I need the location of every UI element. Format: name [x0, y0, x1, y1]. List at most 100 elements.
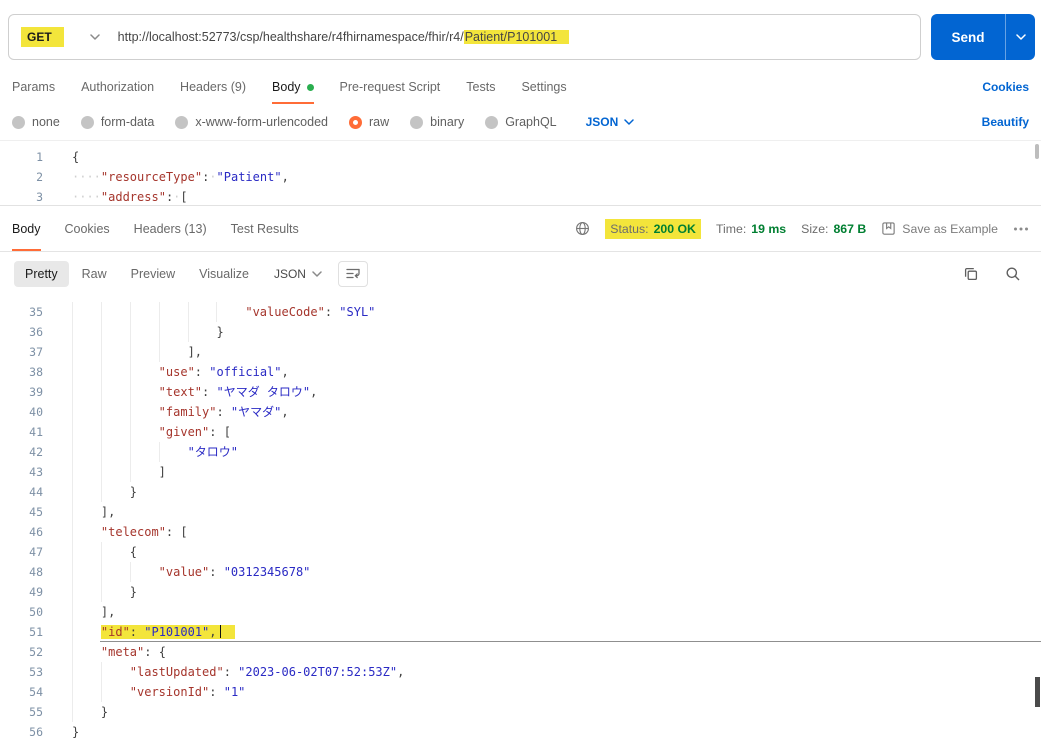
- line-number: 55: [29, 705, 43, 719]
- size-label: Size:: [801, 221, 829, 236]
- indent-guide: [100, 322, 130, 342]
- response-tab-cookies[interactable]: Cookies: [65, 206, 110, 251]
- indent-guide: [187, 302, 217, 322]
- method-label: GET: [21, 27, 64, 47]
- view-tab-pretty[interactable]: Pretty: [14, 261, 69, 287]
- indent-guide: [72, 522, 101, 542]
- send-button[interactable]: Send: [931, 14, 1035, 60]
- body-present-dot: [306, 83, 314, 91]
- text-cursor: [219, 625, 222, 638]
- body-mode-binary[interactable]: binary: [410, 115, 464, 129]
- body-mode-graphql[interactable]: GraphQL: [485, 115, 557, 129]
- line-number: 38: [29, 365, 43, 379]
- token: :: [194, 365, 210, 379]
- token: ·: [209, 170, 217, 184]
- line-number: 48: [29, 565, 43, 579]
- token: "SYL": [339, 305, 376, 319]
- indent-guide: [72, 442, 101, 462]
- body-mode-none[interactable]: none: [12, 115, 60, 129]
- indent-guide: [100, 302, 130, 322]
- tab-headers[interactable]: Headers (9): [180, 70, 246, 104]
- more-options-button[interactable]: [1013, 225, 1029, 233]
- line-number: 47: [29, 545, 43, 559]
- token: "telecom": [100, 525, 166, 539]
- token: "0312345678": [223, 565, 311, 579]
- indent-guide: [100, 542, 130, 562]
- request-body-editor[interactable]: 1{2 ····"resourceType":·"Patient", 3 ····"a…: [0, 140, 1041, 206]
- response-format-select[interactable]: JSON: [274, 267, 322, 281]
- code-line-44: 44}: [0, 482, 1041, 502]
- cookies-link[interactable]: Cookies: [982, 80, 1029, 94]
- beautify-link[interactable]: Beautify: [982, 115, 1029, 129]
- code-text: ····"resourceType":·"Patient",: [43, 167, 1041, 187]
- copy-response-button[interactable]: [963, 266, 979, 282]
- request-tabs: Params Authorization Headers (9) Body Pr…: [0, 70, 1041, 104]
- view-tab-preview[interactable]: Preview: [120, 261, 186, 287]
- send-options-button[interactable]: [1005, 14, 1035, 60]
- token: :: [223, 665, 239, 679]
- code-line-41: 41 "given": [: [0, 422, 1041, 442]
- line-number: 49: [29, 585, 43, 599]
- status-badge: Status: 200 OK: [605, 218, 701, 239]
- method-selector[interactable]: GET: [9, 27, 118, 47]
- chevron-down-icon: [312, 271, 322, 277]
- code-line-39: 39 "text": "ヤマダ タロウ",: [0, 382, 1041, 402]
- response-tab-body[interactable]: Body: [12, 206, 41, 251]
- tab-label: Headers (9): [180, 80, 247, 94]
- tab-tests[interactable]: Tests: [466, 70, 495, 104]
- view-tab-raw[interactable]: Raw: [71, 261, 118, 287]
- response-tab-headers[interactable]: Headers (13): [134, 206, 207, 251]
- body-mode-row: none form-data x-www-form-urlencoded raw…: [0, 104, 1041, 140]
- indent-guide: [72, 302, 101, 322]
- token: ],: [100, 505, 116, 519]
- token: ],: [187, 345, 203, 359]
- tab-params[interactable]: Params: [12, 70, 55, 104]
- search-response-button[interactable]: [1005, 266, 1021, 282]
- mode-label: GraphQL: [505, 115, 557, 129]
- code-text: "lastUpdated": "2023-06-02T07:52:53Z",: [43, 662, 1041, 682]
- indent-guide: [72, 682, 101, 702]
- raw-language-select[interactable]: JSON: [586, 115, 635, 129]
- highlighted-code: "id": "P101001",: [100, 625, 236, 639]
- tab-body[interactable]: Body: [272, 70, 314, 104]
- url-input[interactable]: http://localhost:52773/csp/healthshare/r…: [118, 30, 570, 44]
- token: ,: [281, 170, 289, 184]
- indent-guide: [216, 302, 245, 322]
- save-as-example-button[interactable]: Save as Example: [881, 221, 998, 236]
- token: "value": [158, 565, 210, 579]
- code-text: {: [43, 542, 1041, 562]
- tab-label: Pre-request Script: [339, 80, 441, 94]
- token: :: [209, 685, 224, 699]
- token: ,: [281, 405, 289, 419]
- indent-guide: [72, 422, 101, 442]
- raw-language-label: JSON: [585, 115, 619, 129]
- tab-pre-request-script[interactable]: Pre-request Script: [340, 70, 441, 104]
- view-tab-visualize[interactable]: Visualize: [188, 261, 260, 287]
- token: ,: [310, 385, 318, 399]
- token: "P101001": [144, 625, 210, 639]
- body-mode-raw[interactable]: raw: [349, 115, 389, 129]
- line-number: 37: [29, 345, 43, 359]
- indent-guide: [129, 402, 159, 422]
- token: ····: [72, 170, 101, 184]
- indent-guide: [158, 322, 188, 342]
- indent-guide: [72, 402, 101, 422]
- mode-label: form-data: [100, 115, 155, 129]
- tab-label: Settings: [521, 80, 567, 94]
- token: "ヤマダ タロウ": [216, 385, 311, 399]
- tab-authorization[interactable]: Authorization: [81, 70, 154, 104]
- code-text: "versionId": "1": [43, 682, 1041, 702]
- network-globe-icon[interactable]: [575, 221, 590, 236]
- code-line-49: 49}: [0, 582, 1041, 602]
- body-mode-form-data[interactable]: form-data: [80, 115, 155, 129]
- line-number: 46: [29, 525, 43, 539]
- response-size: Size: 867 B: [801, 222, 866, 236]
- body-mode-urlencoded[interactable]: x-www-form-urlencoded: [175, 115, 328, 129]
- tab-settings[interactable]: Settings: [521, 70, 566, 104]
- token: "text": [158, 385, 203, 399]
- response-tab-test-results[interactable]: Test Results: [231, 206, 299, 251]
- token: : [: [209, 425, 231, 439]
- response-body-viewer[interactable]: 35 "valueCode": "SYL" 36} 37], 38 "use": "off…: [0, 296, 1041, 747]
- wrap-lines-button[interactable]: [337, 261, 368, 287]
- token: "id": [100, 625, 130, 639]
